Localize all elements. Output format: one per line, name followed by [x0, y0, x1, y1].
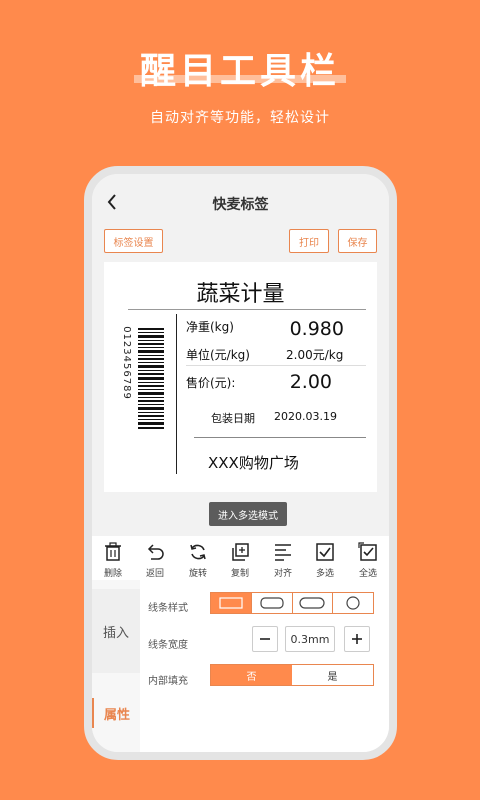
fill-yes-option[interactable]: 是	[292, 665, 373, 685]
trash-icon	[105, 542, 121, 561]
multiselect-tool[interactable]: 多选	[304, 536, 346, 580]
multiselect-label: 多选	[315, 569, 334, 579]
plus-icon	[352, 634, 362, 644]
capsule-shape-icon	[299, 597, 325, 609]
select-all-tool[interactable]: 全选	[347, 536, 389, 580]
row-separator	[186, 365, 366, 366]
pack-date-value[interactable]: 2020.03.19	[274, 410, 337, 423]
phone-frame: 快麦标签 标签设置 打印 保存 蔬菜计量 0123456789 净重(kg) 0…	[84, 166, 397, 760]
weight-label[interactable]: 净重(kg)	[186, 318, 234, 335]
rotate-tool[interactable]: 旋转	[177, 536, 219, 580]
rotate-label: 旋转	[188, 569, 207, 579]
line-style-selector	[210, 592, 374, 614]
select-all-label: 全选	[358, 569, 377, 579]
unit-price-value[interactable]: 2.00元/kg	[286, 346, 348, 363]
property-content: 线条样式 线条宽度 0.3mm 内部填充 否 是	[140, 580, 389, 752]
line-width-value[interactable]: 0.3mm	[285, 626, 335, 652]
copy-label: 复制	[230, 569, 249, 579]
line-width-decrease-button[interactable]	[252, 626, 278, 652]
rotate-icon	[190, 544, 206, 560]
align-icon	[275, 544, 291, 561]
label-horizontal-line[interactable]	[194, 437, 366, 438]
line-style-rounded[interactable]	[251, 593, 293, 613]
multiselect-icon	[316, 543, 334, 561]
line-width-increase-button[interactable]	[344, 626, 370, 652]
unit-price-label[interactable]: 单位(元/kg)	[186, 346, 250, 363]
circle-shape-icon	[346, 596, 360, 610]
sale-price-label[interactable]: 售价(元):	[186, 374, 235, 391]
sale-price-value[interactable]: 2.00	[274, 371, 332, 393]
line-style-label: 线条样式	[148, 603, 188, 614]
page-title: 快麦标签	[212, 197, 269, 213]
label-vertical-line[interactable]	[176, 314, 177, 474]
print-button[interactable]: 打印	[289, 229, 329, 253]
rectangle-shape-icon	[219, 597, 243, 609]
label-settings-button[interactable]: 标签设置	[104, 229, 163, 253]
tab-attributes[interactable]: 属性	[92, 698, 140, 728]
property-panel: 插入 属性 线条样式 线条宽度 0.3mm 内部填充 否 是	[92, 580, 389, 752]
save-button[interactable]: 保存	[338, 229, 377, 253]
inner-fill-toggle: 否 是	[210, 664, 374, 686]
line-width-label: 线条宽度	[148, 640, 188, 651]
undo-icon	[147, 544, 164, 560]
undo-tool[interactable]: 返回	[134, 536, 176, 580]
select-all-icon	[358, 542, 377, 561]
copy-tool[interactable]: 复制	[219, 536, 261, 580]
minus-icon	[260, 638, 270, 640]
app-screen: 快麦标签 标签设置 打印 保存 蔬菜计量 0123456789 净重(kg) 0…	[92, 174, 389, 752]
line-style-capsule[interactable]	[292, 593, 334, 613]
label-canvas[interactable]: 蔬菜计量 0123456789 净重(kg) 0.980 单位(元/kg) 2.…	[104, 262, 377, 492]
tab-insert[interactable]: 插入	[92, 589, 140, 673]
pack-date-label[interactable]: 包装日期	[211, 410, 255, 426]
toolbar: 删除 返回 旋转 复制 对齐 多选 全选	[92, 536, 389, 580]
line-style-rectangle[interactable]	[211, 593, 252, 613]
hero-subtitle: 自动对齐等功能，轻松设计	[150, 110, 330, 126]
hero-title: 醒目工具栏	[139, 51, 340, 92]
store-name[interactable]: XXX购物广场	[208, 452, 299, 473]
delete-tool[interactable]: 删除	[92, 536, 134, 580]
copy-icon	[232, 543, 249, 561]
align-label: 对齐	[273, 569, 292, 579]
barcode-digits[interactable]: 0123456789	[118, 324, 132, 402]
inner-fill-label: 内部填充	[148, 676, 188, 687]
weight-value[interactable]: 0.980	[274, 318, 344, 340]
delete-label: 删除	[103, 569, 122, 579]
undo-label: 返回	[145, 569, 164, 579]
fill-no-option[interactable]: 否	[211, 665, 292, 685]
rounded-rectangle-shape-icon	[260, 597, 284, 609]
line-style-circle[interactable]	[333, 593, 373, 613]
nav-bar: 快麦标签	[92, 186, 389, 218]
multiselect-mode-button[interactable]: 进入多选模式	[209, 502, 287, 526]
barcode[interactable]	[138, 328, 164, 430]
align-tool[interactable]: 对齐	[262, 536, 304, 580]
label-title-rule[interactable]	[128, 309, 366, 310]
label-title[interactable]: 蔬菜计量	[104, 276, 377, 308]
